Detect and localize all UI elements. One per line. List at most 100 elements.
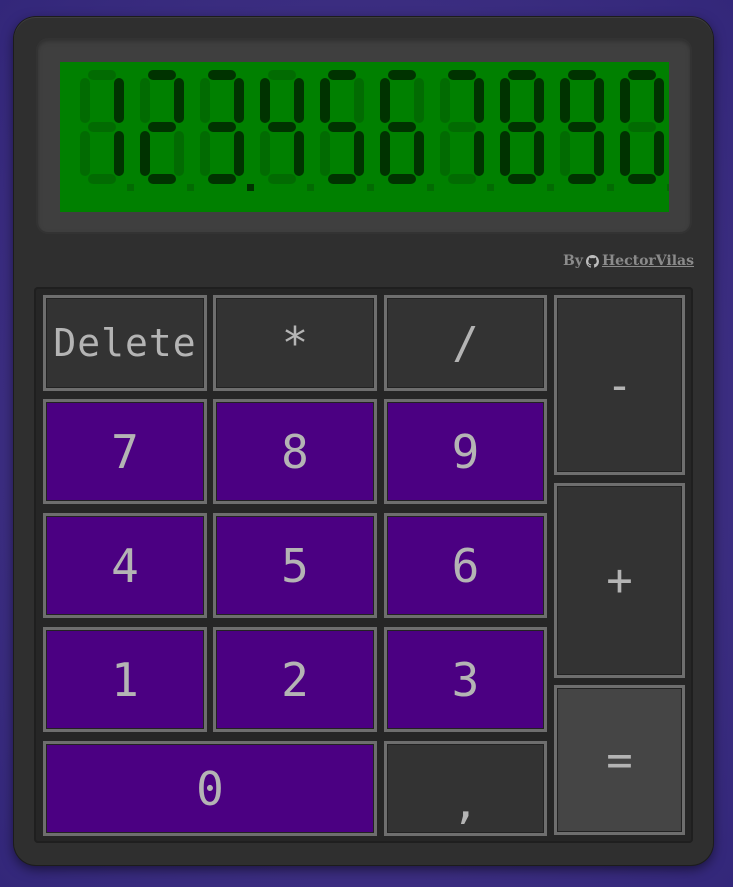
- credit-prefix: By: [562, 253, 583, 269]
- lcd-decimal-point-10: [667, 184, 669, 191]
- digit-3-button[interactable]: 3: [384, 627, 547, 732]
- lcd-segment-8-g: [508, 122, 536, 132]
- digit-6-button[interactable]: 6: [384, 513, 547, 618]
- calculator-body: By HectorVilas Delete * / - 7 8 9 4 5 6 …: [14, 17, 713, 865]
- lcd-segment-10-a: [628, 70, 656, 80]
- lcd-segment-2-d: [148, 174, 176, 184]
- digit-9-label: 9: [451, 424, 480, 479]
- equals-button[interactable]: =: [554, 685, 685, 835]
- digit-4-button[interactable]: 4: [43, 513, 207, 618]
- lcd-segment-1-a: [88, 70, 116, 80]
- keypad: Delete * / - 7 8 9 4 5 6 + 1 2 3 = 0 ,: [34, 287, 693, 843]
- lcd-decimal-point-8: [547, 184, 554, 191]
- add-label: +: [606, 555, 633, 606]
- lcd-segment-3-f: [200, 78, 210, 123]
- lcd-segment-3-d: [208, 174, 236, 184]
- digit-1-button[interactable]: 1: [43, 627, 207, 732]
- lcd-segment-1-d: [88, 174, 116, 184]
- lcd-segment-4-a: [268, 70, 296, 80]
- lcd-segment-6-b: [414, 78, 424, 123]
- lcd-segment-7-e: [440, 131, 450, 176]
- delete-button[interactable]: Delete: [43, 295, 207, 391]
- lcd-segment-4-b: [294, 78, 304, 123]
- lcd-segment-9-a: [568, 70, 596, 80]
- lcd-segment-1-f: [80, 78, 90, 123]
- divide-label: /: [452, 317, 479, 369]
- lcd-segment-3-e: [200, 131, 210, 176]
- lcd-decimal-point-2: [187, 184, 194, 191]
- digit-1-label: 1: [111, 652, 139, 707]
- lcd-segment-2-g: [148, 122, 176, 132]
- lcd-segment-6-e: [380, 131, 390, 176]
- lcd-segment-6-f: [380, 78, 390, 123]
- lcd-segment-8-f: [500, 78, 510, 123]
- digit-7-label: 7: [111, 424, 139, 479]
- lcd-segment-5-g: [328, 122, 356, 132]
- lcd-segment-10-f: [620, 78, 630, 123]
- equals-label: =: [606, 734, 633, 786]
- digit-5-button[interactable]: 5: [213, 513, 377, 618]
- decimal-label: ,: [452, 778, 479, 829]
- multiply-button[interactable]: *: [213, 295, 377, 391]
- multiply-label: *: [281, 317, 309, 369]
- lcd-segment-1-b: [114, 78, 124, 123]
- lcd-segment-4-d: [268, 174, 296, 184]
- lcd-segment-8-b: [534, 78, 544, 123]
- digit-7-button[interactable]: 7: [43, 399, 207, 504]
- lcd-segment-3-c: [234, 131, 244, 176]
- lcd-segment-7-c: [474, 131, 484, 176]
- lcd-segment-3-g: [208, 122, 236, 132]
- lcd-segment-5-e: [320, 131, 330, 176]
- lcd-segment-4-e: [260, 131, 270, 176]
- lcd-segment-4-g: [268, 122, 296, 132]
- lcd-segment-6-a: [388, 70, 416, 80]
- display-bezel: [36, 38, 692, 234]
- lcd-segment-6-g: [388, 122, 416, 132]
- lcd-decimal-point-9: [607, 184, 614, 191]
- digit-9-button[interactable]: 9: [384, 399, 547, 504]
- lcd-segment-9-d: [568, 174, 596, 184]
- lcd-segment-10-b: [654, 78, 664, 123]
- lcd-segment-6-c: [414, 131, 424, 176]
- lcd-segment-4-c: [294, 131, 304, 176]
- lcd-segment-7-f: [440, 78, 450, 123]
- author-link[interactable]: HectorVilas: [602, 253, 694, 269]
- lcd-segment-1-e: [80, 131, 90, 176]
- subtract-label: -: [606, 359, 633, 411]
- add-button[interactable]: +: [554, 483, 685, 678]
- seven-segment-readout: [80, 70, 669, 191]
- lcd-segment-2-a: [148, 70, 176, 80]
- lcd-segment-2-b: [174, 78, 184, 123]
- digit-5-label: 5: [281, 538, 309, 593]
- subtract-button[interactable]: -: [554, 295, 685, 475]
- lcd-segment-2-c: [174, 131, 184, 176]
- lcd-segment-10-g: [628, 122, 656, 132]
- lcd-segment-8-c: [534, 131, 544, 176]
- decimal-button[interactable]: ,: [384, 741, 547, 836]
- digit-0-label: 0: [196, 761, 224, 816]
- digit-3-label: 3: [451, 652, 480, 707]
- lcd-segment-5-a: [328, 70, 356, 80]
- lcd-segment-5-c: [354, 131, 364, 176]
- lcd-decimal-point-4: [307, 184, 314, 191]
- digit-2-button[interactable]: 2: [213, 627, 377, 732]
- lcd-segment-9-f: [560, 78, 570, 123]
- divide-button[interactable]: /: [384, 295, 547, 391]
- lcd-decimal-point-5: [367, 184, 374, 191]
- lcd-display: [60, 62, 669, 212]
- lcd-segment-3-b: [234, 78, 244, 123]
- lcd-segment-10-d: [628, 174, 656, 184]
- digit-8-label: 8: [281, 424, 309, 479]
- lcd-segment-1-g: [88, 122, 116, 132]
- lcd-segment-7-a: [448, 70, 476, 80]
- lcd-segment-9-c: [594, 131, 604, 176]
- lcd-segment-4-f: [260, 78, 270, 123]
- lcd-segment-1-c: [114, 131, 124, 176]
- lcd-decimal-point-3: [247, 184, 254, 191]
- digit-8-button[interactable]: 8: [213, 399, 377, 504]
- digit-0-button[interactable]: 0: [43, 741, 377, 836]
- digit-6-label: 6: [451, 538, 480, 593]
- lcd-segment-9-b: [594, 78, 604, 123]
- lcd-decimal-point-6: [427, 184, 434, 191]
- lcd-decimal-point-1: [127, 184, 134, 191]
